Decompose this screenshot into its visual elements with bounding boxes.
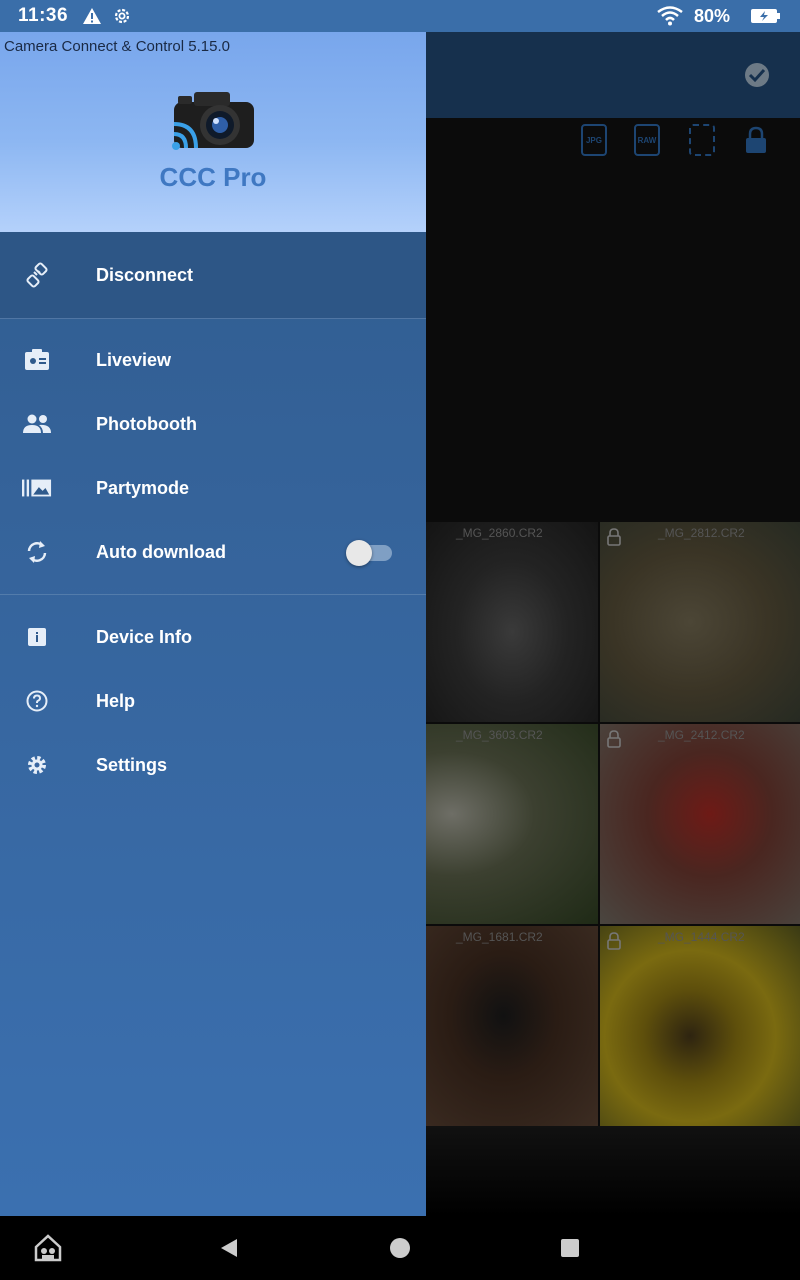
menu-label: Settings	[96, 754, 168, 775]
battery-charging-icon	[750, 8, 782, 24]
warning-icon	[82, 7, 102, 25]
photo-filename: _MG_3603.CR2	[456, 728, 543, 742]
screen: 11:36 80% JPG RAW _MG_2860.CR2 _MG_2812.…	[0, 0, 800, 1280]
menu-item-photobooth[interactable]: Photobooth	[0, 392, 426, 456]
menu-item-device-info[interactable]: Device Info	[0, 605, 426, 669]
filter-lock-icon[interactable]	[743, 124, 769, 156]
menu-label: Photobooth	[96, 413, 197, 434]
app-logo-icon	[168, 84, 258, 152]
status-right: 80%	[646, 6, 782, 27]
filter-video-icon[interactable]	[689, 124, 715, 156]
menu-label: Help	[96, 690, 136, 711]
home-icon[interactable]	[384, 1232, 416, 1264]
gallery-bottom-shade	[426, 1126, 800, 1216]
menu-item-settings[interactable]: Settings	[0, 733, 426, 797]
help-icon	[22, 686, 52, 716]
photo-tile[interactable]: _MG_2860.CR2	[426, 522, 598, 722]
photo-grid: _MG_2860.CR2 _MG_2812.CR2 _MG_3603.CR2 _…	[426, 522, 800, 1126]
photo-filename: _MG_2860.CR2	[456, 526, 543, 540]
menu-item-help[interactable]: Help	[0, 669, 426, 733]
gallery-icon	[22, 473, 52, 503]
sync-icon	[22, 537, 52, 567]
photo-tile[interactable]: _MG_1681.CR2	[426, 926, 598, 1126]
photo-filename: _MG_1444.CR2	[658, 930, 745, 944]
photo-filename: _MG_1681.CR2	[456, 930, 543, 944]
disconnect-plug-icon	[22, 260, 52, 290]
menu-label: Auto download	[96, 541, 226, 562]
photo-tile[interactable]: _MG_2412.CR2	[600, 724, 800, 924]
photo-tile[interactable]: _MG_1444.CR2	[600, 926, 800, 1126]
photo-tile[interactable]: _MG_3603.CR2	[426, 724, 598, 924]
back-icon[interactable]	[213, 1232, 245, 1264]
menu-item-auto-download[interactable]: Auto download	[0, 520, 426, 584]
system-nav-bar	[0, 1216, 800, 1280]
divider	[0, 594, 426, 595]
app-name: CCC Pro	[159, 162, 267, 192]
battery-percent: 80%	[693, 5, 730, 26]
photo-tile[interactable]: _MG_2812.CR2	[600, 522, 800, 722]
recents-icon[interactable]	[554, 1232, 586, 1264]
info-icon	[22, 622, 52, 652]
lock-icon	[606, 528, 622, 551]
settings-gear-icon	[112, 6, 132, 26]
menu-item-disconnect[interactable]: Disconnect	[0, 243, 426, 307]
filter-raw-icon[interactable]: RAW	[634, 124, 660, 156]
photo-filename: _MG_2412.CR2	[658, 728, 745, 742]
menu-label: Disconnect	[96, 264, 194, 285]
status-time: 11:36	[18, 5, 69, 26]
lock-icon	[606, 730, 622, 753]
menu-label: Device Info	[96, 626, 193, 647]
menu-item-liveview[interactable]: Liveview	[0, 328, 426, 392]
menu-item-partymode[interactable]: Partymode	[0, 456, 426, 520]
menu-label: Partymode	[96, 477, 190, 498]
settings-icon	[22, 750, 52, 780]
menu-label: Liveview	[96, 349, 172, 370]
navigation-drawer: Camera Connect & Control 5.15.0 CCC Pro	[0, 32, 426, 1216]
wifi-icon	[656, 6, 684, 26]
drawer-header: Camera Connect & Control 5.15.0 CCC Pro	[0, 32, 426, 232]
auto-download-toggle[interactable]	[346, 540, 392, 566]
people-icon	[22, 409, 52, 439]
liveview-icon	[22, 345, 52, 375]
home-assistant-icon[interactable]	[32, 1232, 64, 1264]
status-bar: 11:36 80%	[0, 0, 800, 32]
toggle-thumb	[346, 540, 372, 566]
filter-jpg-icon[interactable]: JPG	[581, 124, 607, 156]
select-all-check-icon[interactable]	[740, 60, 774, 95]
app-version: Camera Connect & Control 5.15.0	[4, 38, 230, 55]
lock-icon	[606, 932, 622, 955]
photo-filename: _MG_2812.CR2	[658, 526, 745, 540]
divider	[0, 318, 426, 319]
